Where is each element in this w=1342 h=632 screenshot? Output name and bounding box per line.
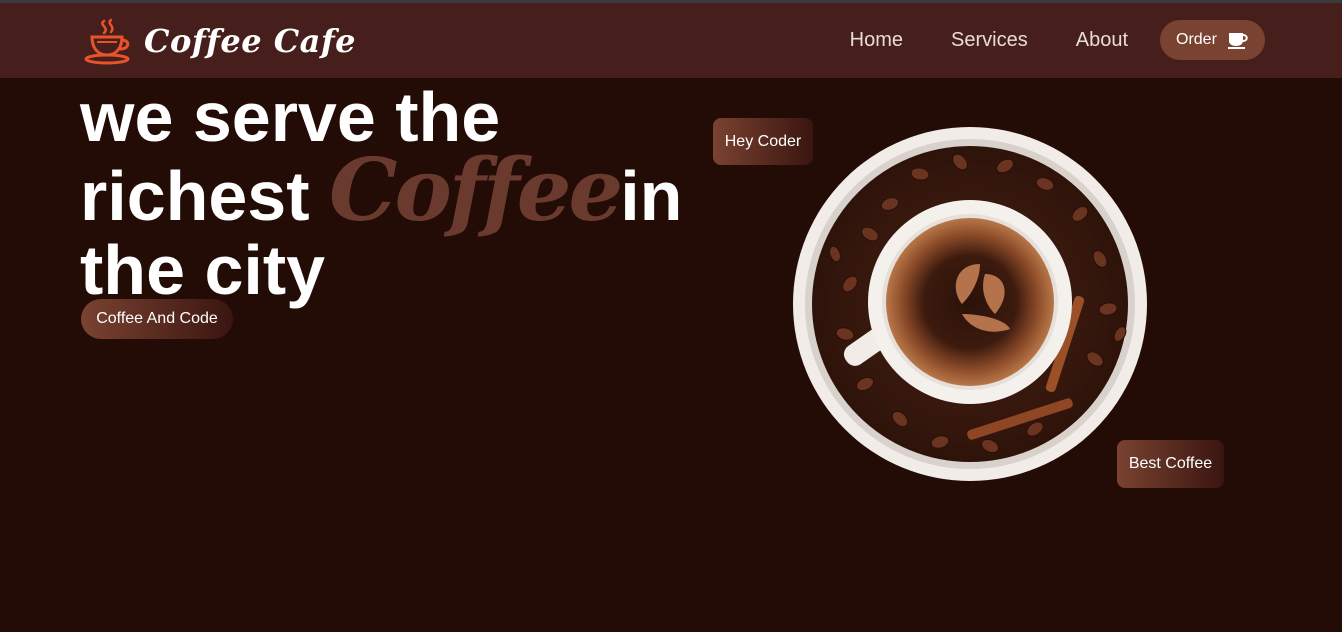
order-button[interactable]: Order: [1160, 20, 1265, 60]
brand-name: Coffee Cafe: [144, 22, 357, 60]
hero-accent-word: Coffee: [329, 140, 623, 241]
cup-icon: [1227, 33, 1248, 49]
coffee-cup-icon: [84, 18, 130, 65]
nav-home[interactable]: Home: [850, 29, 903, 52]
order-label: Order: [1176, 31, 1217, 48]
coffee-and-code-button[interactable]: Coffee And Code: [81, 299, 233, 339]
main-nav: Home Services About Order: [850, 20, 1265, 60]
hero-line-3: the city: [80, 231, 326, 309]
site-header: Coffee Cafe Home Services About Order: [0, 3, 1342, 78]
brand[interactable]: Coffee Cafe: [84, 15, 356, 67]
hero-line-2-start: richest: [80, 157, 329, 235]
nav-services[interactable]: Services: [951, 29, 1028, 52]
coffee-cup-image: [793, 127, 1147, 481]
hero-title: we serve the richest Coffeein the city: [80, 80, 700, 307]
hero-line-2-end: in: [620, 157, 683, 235]
nav-about[interactable]: About: [1076, 29, 1128, 52]
